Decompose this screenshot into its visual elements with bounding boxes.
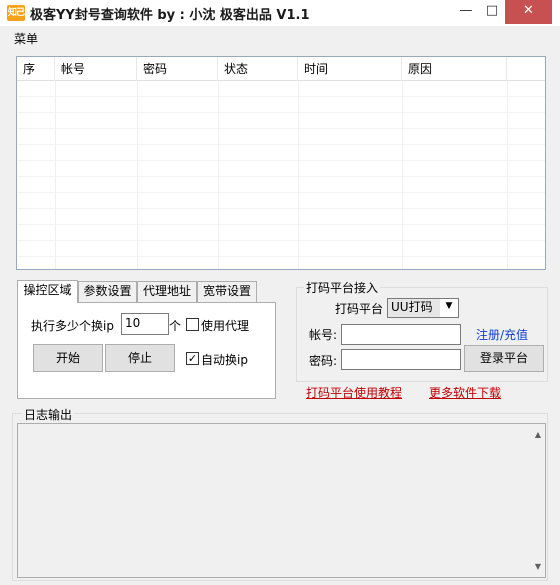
column-header-status[interactable]: 状态 — [218, 57, 298, 81]
grid-empty-row — [17, 97, 545, 113]
grid-column-divider — [507, 81, 508, 269]
grid-empty-row — [17, 161, 545, 177]
maximize-button[interactable]: □ — [479, 0, 505, 24]
grid-empty-row — [17, 241, 545, 257]
unit-label: 个 — [169, 319, 182, 333]
more-software-link[interactable]: 更多软件下载 — [429, 384, 501, 401]
column-header-account[interactable]: 帐号 — [55, 57, 137, 81]
grid-empty-row — [17, 177, 545, 193]
column-header-reason[interactable]: 原因 — [402, 57, 507, 81]
column-header-index[interactable]: 序 — [17, 57, 55, 81]
per-ip-label: 执行多少个换ip — [31, 319, 114, 333]
title-bar: 知己 极客YY封号查询软件 by : 小沈 极客出品 V1.1 — □ ✕ — [0, 0, 560, 26]
register-recharge-link[interactable]: 注册/充值 — [476, 326, 528, 343]
app-icon: 知己 — [7, 5, 25, 21]
control-area-panel: 执行多少个换ip 10 个 使用代理 开始 停止 ✓ 自动换ip — [17, 302, 276, 399]
grid-column-divider — [402, 81, 403, 269]
grid-column-divider — [137, 81, 138, 269]
captcha-tutorial-link[interactable]: 打码平台使用教程 — [306, 384, 402, 401]
stop-button[interactable]: 停止 — [105, 344, 175, 372]
results-grid[interactable]: 序 帐号 密码 状态 时间 原因 — [16, 56, 546, 270]
auto-ip-label: 自动换ip — [201, 353, 248, 367]
column-header-time[interactable]: 时间 — [298, 57, 402, 81]
grid-empty-row — [17, 225, 545, 241]
captcha-group-title: 打码平台接入 — [304, 279, 381, 296]
grid-empty-row — [17, 209, 545, 225]
tab-proxy-address[interactable]: 代理地址 — [137, 281, 197, 302]
grid-empty-row — [17, 81, 545, 97]
platform-label: 打码平台 — [335, 302, 384, 316]
grid-column-divider — [298, 81, 299, 269]
start-button[interactable]: 开始 — [33, 344, 103, 372]
minimize-button[interactable]: — — [453, 0, 479, 24]
menu-bar: 菜单 — [0, 26, 560, 48]
grid-empty-row — [17, 113, 545, 129]
tab-broadband-settings[interactable]: 宽带设置 — [197, 281, 257, 302]
use-proxy-checkbox[interactable] — [186, 318, 199, 331]
login-platform-button[interactable]: 登录平台 — [464, 345, 544, 372]
platform-select[interactable]: UU打码 ▼ — [387, 298, 459, 318]
captcha-password-input[interactable] — [341, 349, 461, 370]
password-label: 密码: — [309, 354, 338, 368]
grid-empty-row — [17, 145, 545, 161]
close-button[interactable]: ✕ — [505, 0, 552, 24]
grid-header: 序 帐号 密码 状态 时间 原因 — [17, 57, 545, 81]
menu-item-main[interactable]: 菜单 — [14, 30, 38, 47]
tab-control-area[interactable]: 操控区域 — [17, 280, 78, 303]
account-label: 帐号: — [309, 328, 338, 342]
grid-empty-row — [17, 129, 545, 145]
grid-column-divider — [55, 81, 56, 269]
grid-empty-row — [17, 257, 545, 269]
log-output-title: 日志输出 — [22, 406, 75, 423]
per-ip-count-input[interactable]: 10 — [121, 313, 169, 335]
grid-column-divider — [218, 81, 219, 269]
grid-empty-row — [17, 193, 545, 209]
use-proxy-label: 使用代理 — [201, 319, 250, 333]
platform-selected-value: UU打码 — [388, 299, 440, 317]
window-title: 极客YY封号查询软件 by : 小沈 极客出品 V1.1 — [30, 8, 310, 23]
scroll-up-icon[interactable]: ▲ — [535, 430, 541, 439]
tab-parameter-settings[interactable]: 参数设置 — [78, 281, 137, 302]
log-output-textarea[interactable]: ▲ ▼ — [17, 423, 546, 578]
auto-ip-checkbox[interactable]: ✓ — [186, 352, 199, 365]
captcha-account-input[interactable] — [341, 324, 461, 345]
chevron-down-icon: ▼ — [445, 301, 453, 311]
column-header-password[interactable]: 密码 — [137, 57, 218, 81]
scroll-down-icon[interactable]: ▼ — [535, 562, 541, 571]
